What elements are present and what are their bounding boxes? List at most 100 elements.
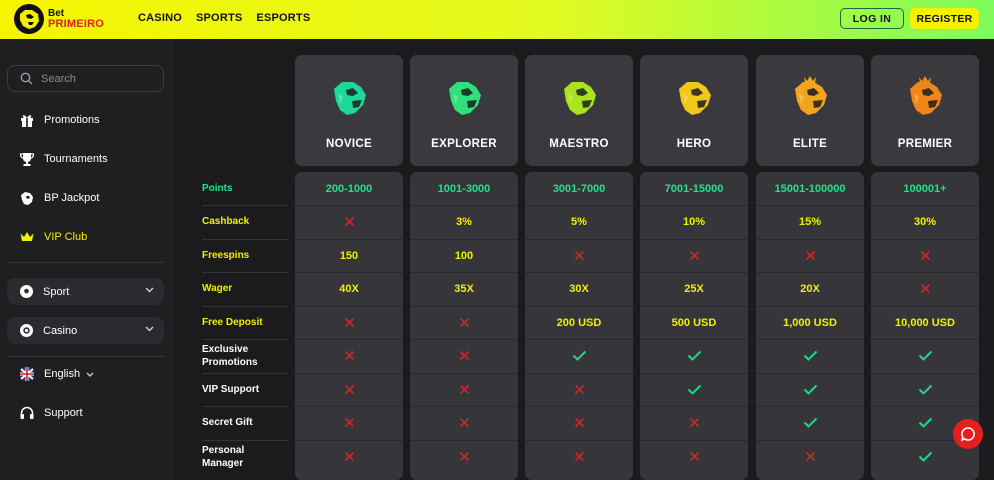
trophy-icon bbox=[18, 150, 36, 168]
cross-icon bbox=[640, 239, 748, 272]
sidebar: Search Promotions Tournaments BP Jackpot… bbox=[0, 39, 174, 480]
sidebar-divider bbox=[7, 356, 164, 357]
cell-divider bbox=[871, 406, 979, 407]
tier-name: PREMIER bbox=[897, 138, 953, 150]
cell-divider bbox=[756, 239, 864, 240]
sidebar-item-label: Promotions bbox=[44, 114, 100, 126]
check-icon bbox=[525, 339, 633, 372]
tier-card-explorer: EXPLORER bbox=[410, 55, 518, 166]
cross-icon bbox=[756, 239, 864, 272]
nav-esports[interactable]: ESPORTS bbox=[256, 12, 310, 24]
sidebar-item-sport[interactable]: Sport bbox=[7, 278, 164, 305]
cell-divider bbox=[640, 205, 748, 206]
chat-button[interactable] bbox=[953, 419, 983, 449]
cell-divider bbox=[871, 205, 979, 206]
cell-divider bbox=[640, 306, 748, 307]
cell-divider bbox=[525, 406, 633, 407]
cell-divider bbox=[295, 272, 403, 273]
sidebar-item-label: Tournaments bbox=[44, 153, 108, 165]
nav-sports[interactable]: SPORTS bbox=[196, 12, 242, 24]
cell-divider bbox=[295, 406, 403, 407]
login-button[interactable]: LOG IN bbox=[840, 8, 904, 29]
nav-casino[interactable]: CASINO bbox=[138, 12, 182, 24]
row-divider bbox=[202, 272, 288, 273]
table-cell: 20X bbox=[800, 282, 820, 295]
language-selector[interactable]: English bbox=[18, 365, 94, 383]
chevron-down-icon bbox=[145, 287, 154, 293]
row-divider bbox=[202, 440, 288, 441]
sidebar-item-support[interactable]: Support bbox=[18, 404, 83, 422]
sidebar-item-tournaments[interactable]: Tournaments bbox=[18, 150, 108, 168]
table-cell: 10% bbox=[682, 215, 706, 228]
sidebar-item-label: VIP Club bbox=[44, 231, 88, 243]
cell-divider bbox=[525, 272, 633, 273]
table-cell: 30% bbox=[913, 215, 937, 228]
cell-divider bbox=[410, 339, 518, 340]
cell-divider bbox=[410, 306, 518, 307]
check-icon bbox=[871, 373, 979, 406]
check-icon bbox=[756, 339, 864, 372]
cross-icon bbox=[295, 339, 403, 372]
search-box[interactable]: Search bbox=[7, 65, 164, 92]
check-icon bbox=[640, 373, 748, 406]
brand-logo[interactable]: Bet PRIMEIRO bbox=[14, 4, 104, 34]
cell-divider bbox=[756, 272, 864, 273]
search-input[interactable]: Search bbox=[41, 73, 76, 85]
row-divider bbox=[202, 339, 288, 340]
tier-card-novice: NOVICE bbox=[295, 55, 403, 166]
headset-icon bbox=[18, 404, 36, 422]
cell-divider bbox=[756, 373, 864, 374]
table-cell: 7001-15000 bbox=[664, 182, 724, 195]
ball-icon bbox=[18, 284, 34, 300]
logo-text-primeiro: PRIMEIRO bbox=[48, 18, 104, 30]
sidebar-item-vip-club[interactable]: VIP Club bbox=[18, 228, 87, 246]
cross-icon bbox=[525, 373, 633, 406]
search-icon bbox=[20, 72, 33, 85]
cell-divider bbox=[295, 306, 403, 307]
cell-divider bbox=[295, 373, 403, 374]
row-divider bbox=[202, 306, 288, 307]
cell-divider bbox=[871, 373, 979, 374]
cell-divider bbox=[295, 339, 403, 340]
tier-name: MAESTRO bbox=[549, 138, 609, 150]
cell-divider bbox=[640, 239, 748, 240]
table-cell: 15% bbox=[798, 215, 822, 228]
cross-icon bbox=[640, 406, 748, 439]
row-label: Exclusive Promotions bbox=[202, 343, 258, 368]
cell-divider bbox=[640, 440, 748, 441]
table-cell: 35X bbox=[454, 282, 474, 295]
cross-icon bbox=[410, 306, 518, 339]
tier-card-premier: PREMIER bbox=[871, 55, 979, 166]
sidebar-divider bbox=[7, 262, 164, 263]
jaguar-logo-icon bbox=[14, 4, 44, 34]
table-cell: 3001-7000 bbox=[552, 182, 606, 195]
sidebar-item-bp-jackpot[interactable]: BP Jackpot bbox=[18, 189, 99, 207]
chat-bubble-icon bbox=[960, 427, 975, 442]
sidebar-item-casino[interactable]: Casino bbox=[7, 317, 164, 344]
cross-icon bbox=[525, 239, 633, 272]
cell-divider bbox=[410, 440, 518, 441]
cell-divider bbox=[525, 373, 633, 374]
tier-name: NOVICE bbox=[326, 138, 372, 150]
table-cell: 1,000 USD bbox=[783, 316, 837, 329]
cell-divider bbox=[640, 272, 748, 273]
register-button[interactable]: REGISTER bbox=[910, 8, 979, 29]
cell-divider bbox=[525, 306, 633, 307]
table-cell: 500 USD bbox=[671, 316, 717, 329]
cross-icon bbox=[410, 406, 518, 439]
cell-divider bbox=[525, 440, 633, 441]
jaguar-icon bbox=[18, 189, 36, 207]
cell-divider bbox=[410, 239, 518, 240]
tier-name: ELITE bbox=[792, 138, 828, 150]
chip-icon bbox=[18, 323, 34, 339]
table-cell: 150 bbox=[339, 249, 359, 262]
cell-divider bbox=[756, 306, 864, 307]
table-cell: 1001-3000 bbox=[437, 182, 491, 195]
sidebar-item-promotions[interactable]: Promotions bbox=[18, 111, 100, 129]
check-icon bbox=[756, 373, 864, 406]
table-cell: 3% bbox=[456, 215, 472, 228]
row-divider bbox=[202, 205, 288, 206]
cross-icon bbox=[295, 205, 403, 238]
table-cell: 100 bbox=[454, 249, 474, 262]
row-label: Secret Gift bbox=[202, 417, 253, 428]
